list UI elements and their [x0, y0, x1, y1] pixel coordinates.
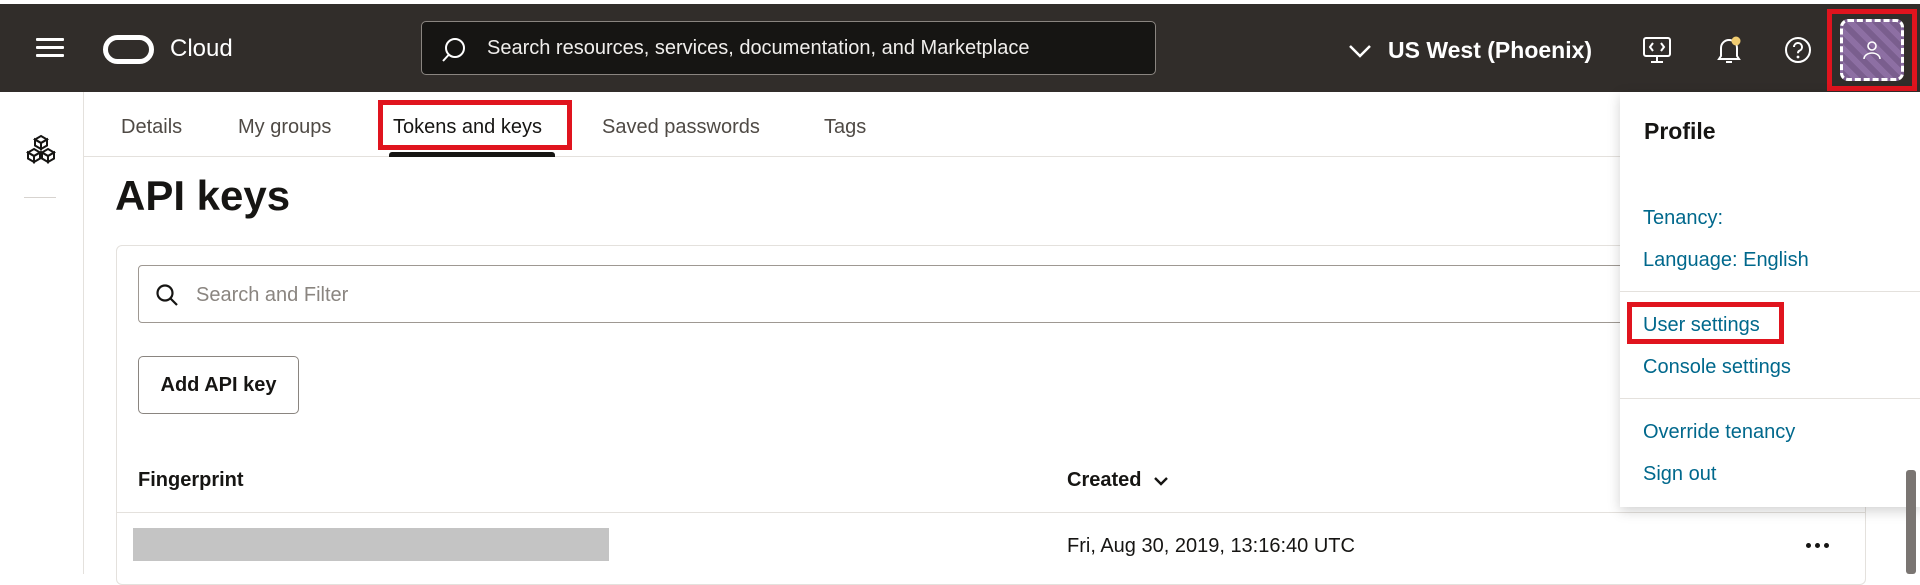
divider	[1620, 291, 1920, 292]
override-tenancy-link[interactable]: Override tenancy	[1643, 421, 1795, 444]
profile-menu: Profile Tenancy: Language: English User …	[1620, 92, 1920, 507]
oracle-logo-icon[interactable]	[103, 35, 154, 64]
profile-button[interactable]	[1827, 9, 1917, 91]
language-link[interactable]: Language: English	[1643, 249, 1809, 272]
search-icon	[442, 38, 465, 62]
tenancy-link[interactable]: Tenancy:	[1643, 207, 1723, 230]
user-icon	[1863, 41, 1881, 60]
highlight-box-tab	[378, 100, 572, 150]
top-bar: Cloud Search resources, services, docume…	[0, 0, 1920, 92]
console-settings-link[interactable]: Console settings	[1643, 356, 1791, 379]
chevron-down-icon[interactable]	[1153, 476, 1169, 486]
menu-icon[interactable]	[36, 38, 64, 58]
avatar[interactable]	[1840, 19, 1904, 81]
scrollbar[interactable]	[1906, 470, 1916, 574]
brand-name[interactable]: Cloud	[170, 35, 233, 63]
add-api-key-button[interactable]: Add API key	[138, 356, 299, 414]
highlight-box-user-settings	[1627, 302, 1784, 344]
column-header-created[interactable]: Created	[1067, 469, 1169, 492]
search-input[interactable]: Search resources, services, documentatio…	[421, 21, 1156, 75]
tab-my-groups[interactable]: My groups	[238, 116, 331, 139]
divider	[24, 197, 56, 198]
tab-tags[interactable]: Tags	[824, 116, 866, 139]
help-icon[interactable]	[1782, 34, 1814, 66]
filter-placeholder: Search and Filter	[196, 284, 349, 306]
column-header-fingerprint: Fingerprint	[138, 469, 244, 491]
search-filter-input[interactable]: Search and Filter	[138, 265, 1838, 323]
kebab-icon[interactable]	[1806, 543, 1829, 548]
tab-saved-passwords[interactable]: Saved passwords	[602, 116, 760, 139]
redacted-fingerprint	[133, 528, 609, 561]
chevron-down-icon	[1349, 44, 1371, 58]
search-icon	[156, 284, 178, 306]
developer-tools-icon[interactable]	[1641, 34, 1673, 66]
left-rail	[0, 92, 84, 574]
tab-bar: Details My groups Tokens and keys Saved …	[84, 92, 1620, 157]
divider	[1620, 398, 1920, 399]
search-placeholder: Search resources, services, documentatio…	[487, 37, 1030, 59]
tab-details[interactable]: Details	[121, 116, 182, 139]
active-tab-indicator	[389, 152, 555, 157]
bell-icon[interactable]	[1713, 34, 1745, 66]
column-header-created-label: Created	[1067, 469, 1142, 491]
cubes-icon[interactable]	[26, 134, 56, 164]
table-divider	[117, 512, 1865, 513]
region-label: US West (Phoenix)	[1388, 37, 1593, 63]
region-selector[interactable]: US West (Phoenix)	[1348, 37, 1592, 64]
sign-out-link[interactable]: Sign out	[1643, 463, 1716, 486]
profile-title: Profile	[1644, 118, 1716, 144]
page-title: API keys	[115, 172, 291, 219]
created-date: Fri, Aug 30, 2019, 13:16:40 UTC	[1067, 535, 1355, 557]
